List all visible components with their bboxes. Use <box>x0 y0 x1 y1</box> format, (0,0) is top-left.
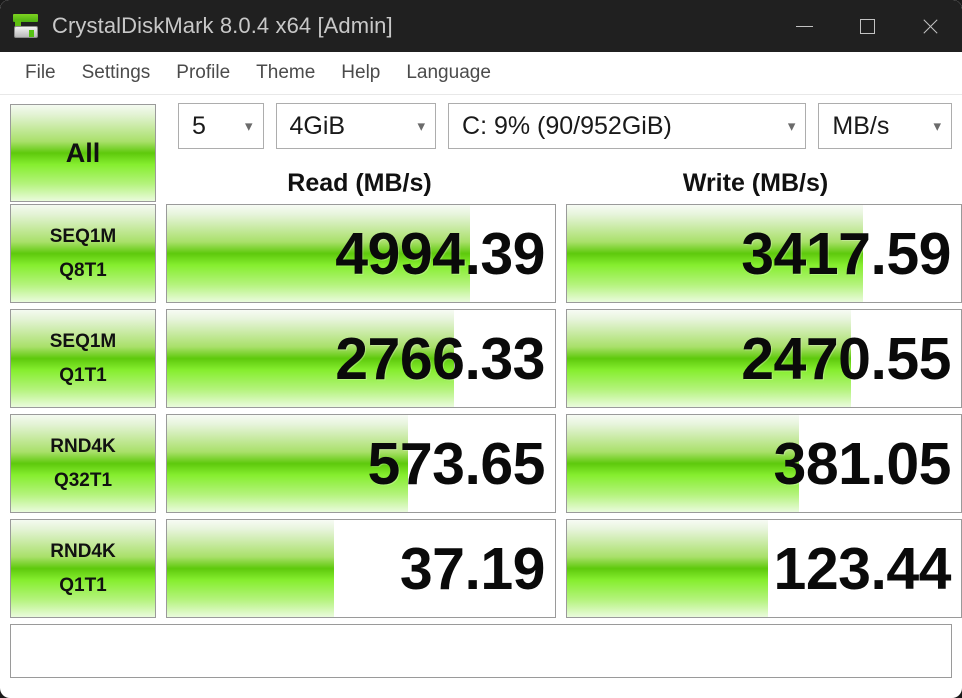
read-score-cell[interactable]: 37.19 <box>166 519 556 618</box>
menu-bar: File Settings Profile Theme Help Languag… <box>0 52 962 95</box>
minimize-button[interactable] <box>773 0 836 52</box>
drive-select[interactable]: C: 9% (90/952GiB) ▾ <box>448 103 807 149</box>
test-label-bottom: Q32T1 <box>53 469 113 491</box>
unit-select[interactable]: MB/s ▾ <box>818 103 952 149</box>
write-score-cell[interactable]: 2470.55 <box>566 309 962 408</box>
maximize-icon <box>860 18 875 34</box>
test-label-rnd4k-q1t1[interactable]: RND4K Q1T1 <box>10 519 156 618</box>
menu-item-language[interactable]: Language <box>393 59 504 87</box>
read-score-value: 4994.39 <box>335 220 545 287</box>
read-score-value: 2766.33 <box>335 325 545 392</box>
drive-value: C: 9% (90/952GiB) <box>462 111 672 140</box>
test-label-bottom: Q8T1 <box>59 259 107 281</box>
write-score-cell[interactable]: 381.05 <box>566 414 962 513</box>
table-row: SEQ1M Q8T1 4994.39 3417.59 <box>10 204 962 303</box>
table-row: RND4K Q1T1 37.19 123.44 <box>10 519 962 618</box>
write-score-value: 3417.59 <box>741 220 951 287</box>
write-score-cell[interactable]: 123.44 <box>566 519 962 618</box>
write-score-value: 381.05 <box>773 430 952 497</box>
write-score-bar <box>567 520 768 617</box>
read-score-value: 37.19 <box>399 535 546 602</box>
test-label-rnd4k-q32t1[interactable]: RND4K Q32T1 <box>10 414 156 513</box>
test-count-value: 5 <box>192 111 206 140</box>
status-box <box>10 624 952 678</box>
test-label-top: RND4K <box>50 540 116 562</box>
close-icon <box>921 17 940 36</box>
write-score-value: 123.44 <box>773 535 952 602</box>
test-label-top: RND4K <box>50 435 116 457</box>
column-header-write: Write (MB/s) <box>682 169 829 197</box>
test-label-top: SEQ1M <box>49 225 117 247</box>
window-controls <box>773 0 962 52</box>
write-score-bar <box>567 415 800 512</box>
read-score-cell[interactable]: 4994.39 <box>166 204 556 303</box>
window-title: CrystalDiskMark 8.0.4 x64 [Admin] <box>52 13 393 38</box>
menu-item-file[interactable]: File <box>12 59 69 87</box>
chevron-down-icon: ▾ <box>933 117 941 135</box>
test-size-select[interactable]: 4GiB ▾ <box>275 103 437 149</box>
menu-item-settings[interactable]: Settings <box>69 59 164 87</box>
test-label-seq1m-q1t1[interactable]: SEQ1M Q1T1 <box>10 309 156 408</box>
menu-item-profile[interactable]: Profile <box>163 59 243 87</box>
chevron-down-icon: ▾ <box>245 117 253 135</box>
table-row: RND4K Q32T1 573.65 381.05 <box>10 414 962 513</box>
results-table: SEQ1M Q8T1 4994.39 3417.59 SEQ1M Q1T1 27… <box>10 204 962 618</box>
read-score-cell[interactable]: 2766.33 <box>166 309 556 408</box>
write-score-value: 2470.55 <box>741 325 951 392</box>
read-score-cell[interactable]: 573.65 <box>166 414 556 513</box>
menu-item-help[interactable]: Help <box>328 59 393 87</box>
test-size-value: 4GiB <box>289 111 346 140</box>
read-score-bar <box>167 520 334 617</box>
write-score-cell[interactable]: 3417.59 <box>566 204 962 303</box>
chevron-down-icon: ▾ <box>787 117 796 135</box>
minimize-icon <box>796 25 813 27</box>
all-button[interactable]: All <box>10 104 156 202</box>
crystaldiskmark-icon <box>11 11 41 41</box>
test-label-top: SEQ1M <box>49 330 117 352</box>
chevron-down-icon: ▾ <box>417 117 426 135</box>
unit-value: MB/s <box>832 111 890 140</box>
test-label-bottom: Q1T1 <box>59 364 107 386</box>
table-row: SEQ1M Q1T1 2766.33 2470.55 <box>10 309 962 408</box>
title-bar: CrystalDiskMark 8.0.4 x64 [Admin] <box>0 0 962 52</box>
test-label-bottom: Q1T1 <box>59 574 107 596</box>
test-label-seq1m-q8t1[interactable]: SEQ1M Q8T1 <box>10 204 156 303</box>
crystaldiskmark-window: CrystalDiskMark 8.0.4 x64 [Admin] File S… <box>0 0 962 698</box>
test-count-select[interactable]: 5 ▾ <box>178 103 264 149</box>
column-header-read: Read (MB/s) <box>287 169 432 197</box>
close-button[interactable] <box>899 0 962 52</box>
menu-item-theme[interactable]: Theme <box>243 59 328 87</box>
main-content: All 5 ▾ 4GiB ▾ C: 9% (90/952GiB) ▾ MB/s … <box>0 95 962 678</box>
maximize-button[interactable] <box>836 0 899 52</box>
read-score-value: 573.65 <box>367 430 546 497</box>
toolbar: All 5 ▾ 4GiB ▾ C: 9% (90/952GiB) ▾ MB/s … <box>10 103 952 202</box>
